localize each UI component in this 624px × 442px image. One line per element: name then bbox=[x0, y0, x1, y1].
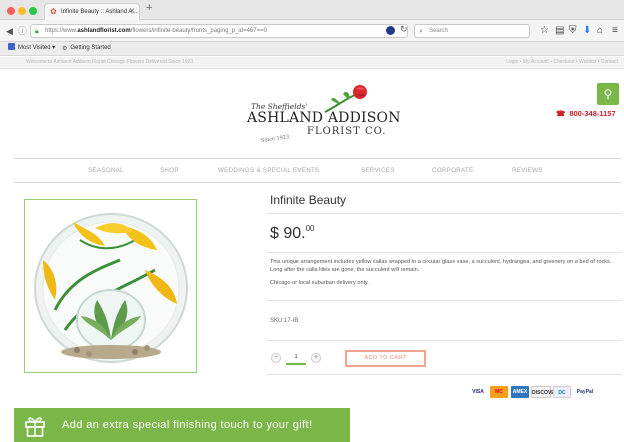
product-description: This unique arrangement includes yellow … bbox=[270, 259, 612, 273]
search-icon: ⚲ bbox=[603, 87, 613, 101]
product-price: $ 90.00 bbox=[270, 224, 315, 243]
product-title: Infinite Beauty bbox=[270, 193, 347, 207]
lock-icon: 🔒︎ bbox=[35, 28, 39, 35]
new-tab-button[interactable]: + bbox=[146, 2, 152, 14]
welcome-text: Welcome to Ashland Addison Florist Chica… bbox=[26, 59, 194, 65]
phone-text: 800-348-1157 bbox=[569, 109, 616, 118]
quantity-increase-button[interactable]: + bbox=[311, 353, 321, 363]
url-path: /flowers/infinite-beauty/fronts_paging_p… bbox=[130, 28, 267, 34]
url-domain: ashlandflorist.com bbox=[77, 28, 131, 34]
back-arrow-icon[interactable]: ◀ bbox=[6, 25, 13, 37]
url-prefix: https://www. bbox=[45, 28, 78, 34]
search-icon: ⌕ bbox=[419, 28, 423, 35]
phone-number[interactable]: ☎ 800-348-1157 bbox=[556, 109, 616, 118]
home-icon[interactable]: ⌂ bbox=[597, 25, 603, 37]
browser-tab-bar: ✿ Infinite Beauty :: Ashland A... ✕ + bbox=[0, 0, 624, 20]
menu-divider-bottom bbox=[14, 182, 621, 183]
divider bbox=[267, 374, 622, 375]
shield-icon[interactable]: ⛨ bbox=[569, 25, 577, 37]
add-to-cart-button[interactable]: ADD TO CART bbox=[345, 350, 426, 367]
site-logo[interactable]: The Sheffields' ASHLAND ADDISON FLORIST … bbox=[245, 84, 400, 148]
divider bbox=[267, 213, 622, 214]
reading-list-icon[interactable]: ▤ bbox=[555, 25, 564, 37]
download-icon[interactable]: ⬇ bbox=[583, 25, 591, 37]
bookmark-label: Most Visited bbox=[18, 45, 51, 51]
site-top-strip: Welcome to Ashland Addison Florist Chica… bbox=[0, 57, 624, 69]
search-placeholder: Search bbox=[429, 28, 449, 34]
phone-icon: ☎ bbox=[556, 109, 566, 118]
browser-search-input[interactable]: ⌕ Search bbox=[414, 24, 530, 38]
product-photo bbox=[34, 213, 188, 363]
promo-text: Add an extra special finishing touch to … bbox=[62, 419, 313, 431]
menu-item-seasonal[interactable]: SEASONAL bbox=[88, 167, 124, 174]
menu-item-services[interactable]: SERVICES bbox=[361, 167, 395, 174]
product-sku: SKU:17-IB bbox=[270, 318, 299, 324]
amex-icon: AMEX bbox=[511, 386, 529, 398]
account-links[interactable]: Login • My Account • Checkout • Wishlist… bbox=[506, 57, 618, 68]
menu-item-corporate[interactable]: CORPORATE bbox=[432, 167, 473, 174]
bookmark-most-visited[interactable]: Most Visited ▾ bbox=[8, 42, 55, 55]
window-minimize-button[interactable] bbox=[18, 7, 26, 15]
gear-icon: ⚙ bbox=[62, 46, 68, 52]
info-icon[interactable]: ⓘ bbox=[18, 25, 27, 37]
folder-icon bbox=[8, 43, 15, 50]
menu-item-reviews[interactable]: REVIEWS bbox=[512, 167, 543, 174]
divider bbox=[267, 252, 622, 253]
divider bbox=[267, 300, 622, 301]
reload-icon[interactable]: ↻ bbox=[400, 24, 408, 35]
gift-icon bbox=[25, 417, 45, 437]
browser-tab[interactable]: ✿ Infinite Beauty :: Ashland A... ✕ bbox=[44, 3, 140, 20]
window-close-button[interactable] bbox=[7, 7, 15, 15]
site-search-button[interactable]: ⚲ bbox=[597, 83, 619, 105]
product-image[interactable] bbox=[24, 199, 197, 373]
menu-item-weddings[interactable]: WEDDINGS & SPECIAL EVENTS bbox=[218, 167, 319, 174]
menu-item-shop[interactable]: SHOP bbox=[160, 167, 179, 174]
price-main: $ 90. bbox=[270, 225, 306, 242]
mastercard-icon: MC bbox=[490, 386, 508, 398]
rose-favicon-icon: ✿ bbox=[50, 7, 57, 16]
bookmark-star-icon[interactable]: ☆ bbox=[540, 25, 549, 37]
tab-close-icon[interactable]: ✕ bbox=[129, 4, 135, 20]
bookmark-getting-started[interactable]: ⚙ Getting Started bbox=[62, 42, 111, 56]
browser-navbar: ◀ ⓘ 🔒︎ https://www.ashlandflorist.com/fl… bbox=[0, 20, 624, 42]
quantity-input[interactable] bbox=[286, 351, 306, 365]
price-cents: 00 bbox=[305, 224, 315, 233]
divider bbox=[267, 340, 622, 341]
logo-since: Since 1923 bbox=[260, 134, 290, 144]
quantity-decrease-button[interactable]: − bbox=[271, 353, 281, 363]
menu-hamburger-icon[interactable]: ≡ bbox=[612, 25, 618, 37]
pocket-icon[interactable] bbox=[386, 26, 395, 35]
diners-club-icon: DC bbox=[553, 386, 571, 398]
gift-promo-banner[interactable]: Add an extra special finishing touch to … bbox=[14, 408, 350, 442]
url-bar[interactable]: 🔒︎ https://www.ashlandflorist.com/flower… bbox=[30, 24, 408, 38]
tab-title: Infinite Beauty :: Ashland A... bbox=[61, 9, 138, 15]
discover-icon: DISCOVER bbox=[531, 386, 558, 398]
paypal-icon: PayPal bbox=[576, 389, 594, 395]
window-zoom-button[interactable] bbox=[29, 7, 37, 15]
logo-title: ASHLAND ADDISON bbox=[247, 110, 401, 126]
bookmarks-bar: Most Visited ▾ ⚙ Getting Started bbox=[0, 42, 624, 56]
visa-icon: VISA bbox=[472, 389, 484, 395]
logo-subtitle: FLORIST CO. bbox=[307, 126, 387, 137]
main-menu: SEASONAL SHOP WEDDINGS & SPECIAL EVENTS … bbox=[14, 159, 621, 182]
delivery-note: Chicago or local suburban delivery only. bbox=[270, 280, 369, 286]
bookmark-label: Getting Started bbox=[70, 45, 111, 51]
